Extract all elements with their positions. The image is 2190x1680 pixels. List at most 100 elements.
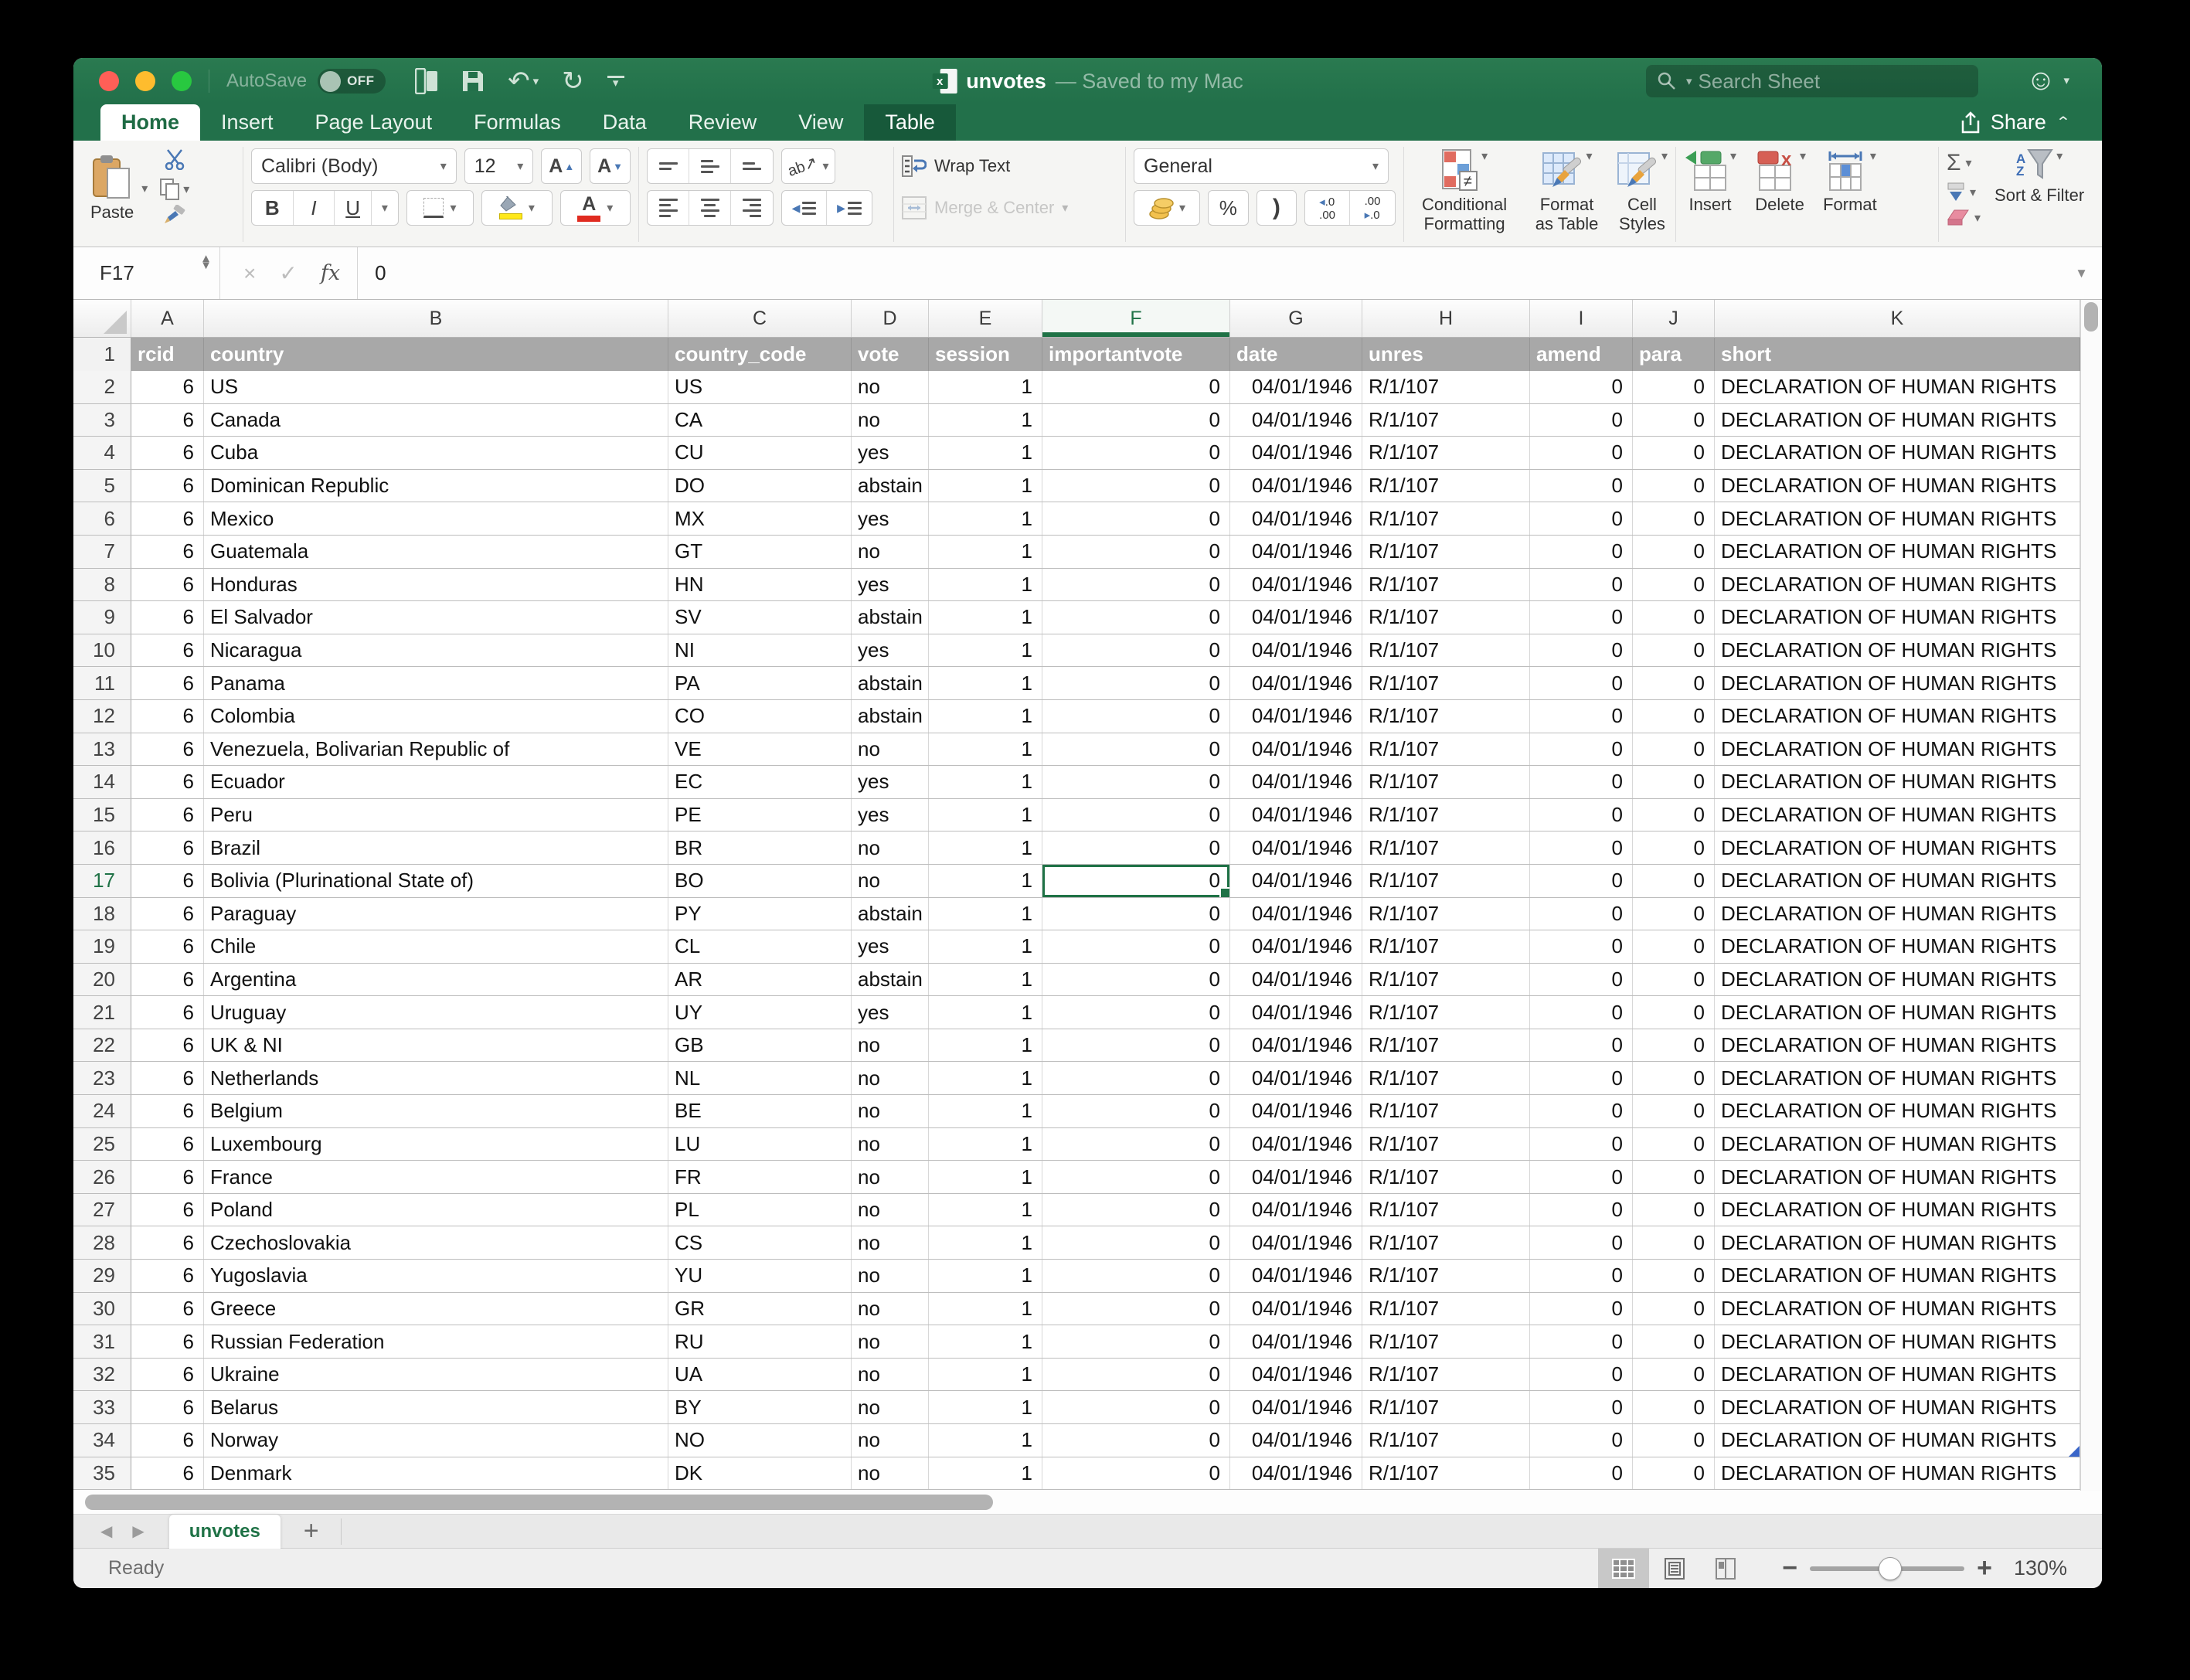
font-color-button[interactable]: A ▾	[560, 190, 631, 226]
cell-A2[interactable]: 6	[131, 371, 204, 403]
cell-B21[interactable]: Uruguay	[204, 996, 668, 1029]
sheet-tab-unvotes[interactable]: unvotes	[169, 1515, 281, 1549]
row-header-21[interactable]: 21	[73, 996, 131, 1029]
cell-B32[interactable]: Ukraine	[204, 1359, 668, 1391]
row-header-26[interactable]: 26	[73, 1161, 131, 1193]
cell-B29[interactable]: Yugoslavia	[204, 1260, 668, 1292]
expand-formula-bar-icon[interactable]: ▼	[2075, 266, 2088, 281]
cell-G7[interactable]: 04/01/1946	[1230, 536, 1362, 568]
normal-view-button[interactable]	[1598, 1549, 1649, 1588]
cell-K4[interactable]: DECLARATION OF HUMAN RIGHTS	[1715, 437, 2080, 469]
cell-I7[interactable]: 0	[1530, 536, 1633, 568]
cell-K35[interactable]: DECLARATION OF HUMAN RIGHTS	[1715, 1457, 2080, 1490]
cell-B5[interactable]: Dominican Republic	[204, 470, 668, 502]
autosave-toggle[interactable]: OFF	[318, 69, 386, 94]
cell-F9[interactable]: 0	[1042, 601, 1230, 634]
conditional-formatting-button[interactable]: ≠ ▾ Conditional Formatting	[1412, 148, 1517, 234]
cell-B25[interactable]: Luxembourg	[204, 1128, 668, 1161]
cell-B30[interactable]: Greece	[204, 1293, 668, 1325]
cell-G22[interactable]: 04/01/1946	[1230, 1029, 1362, 1062]
cell-K28[interactable]: DECLARATION OF HUMAN RIGHTS	[1715, 1226, 2080, 1259]
cell-K6[interactable]: DECLARATION OF HUMAN RIGHTS	[1715, 502, 2080, 535]
font-name-combo[interactable]: Calibri (Body) ▾	[251, 148, 457, 184]
cell-F13[interactable]: 0	[1042, 733, 1230, 766]
cell-I32[interactable]: 0	[1530, 1359, 1633, 1391]
header-cell-date[interactable]: date	[1230, 338, 1362, 371]
cell-J6[interactable]: 0	[1633, 502, 1715, 535]
cell-F19[interactable]: 0	[1042, 930, 1230, 963]
cell-E4[interactable]: 1	[929, 437, 1042, 469]
column-header-J[interactable]: J	[1633, 300, 1715, 337]
cell-H32[interactable]: R/1/107	[1362, 1359, 1530, 1391]
cell-D34[interactable]: no	[852, 1424, 929, 1457]
redo-button[interactable]: ↻	[562, 68, 584, 94]
cell-D4[interactable]: yes	[852, 437, 929, 469]
cell-J32[interactable]: 0	[1633, 1359, 1715, 1391]
cell-K3[interactable]: DECLARATION OF HUMAN RIGHTS	[1715, 404, 2080, 437]
header-cell-unres[interactable]: unres	[1362, 338, 1530, 371]
minimize-window-button[interactable]	[135, 71, 155, 91]
row-header-28[interactable]: 28	[73, 1226, 131, 1259]
cell-C18[interactable]: PY	[668, 898, 852, 930]
cell-G26[interactable]: 04/01/1946	[1230, 1161, 1362, 1193]
bold-button[interactable]: B	[252, 191, 294, 225]
undo-button[interactable]: ↶▾	[508, 68, 539, 94]
column-header-D[interactable]: D	[852, 300, 929, 337]
cell-E27[interactable]: 1	[929, 1194, 1042, 1226]
row-header-27[interactable]: 27	[73, 1194, 131, 1226]
cell-F17[interactable]: 0	[1042, 865, 1230, 897]
column-header-I[interactable]: I	[1530, 300, 1633, 337]
row-header-18[interactable]: 18	[73, 898, 131, 930]
cell-B27[interactable]: Poland	[204, 1194, 668, 1226]
cell-A22[interactable]: 6	[131, 1029, 204, 1062]
cell-F30[interactable]: 0	[1042, 1293, 1230, 1325]
cell-I30[interactable]: 0	[1530, 1293, 1633, 1325]
cell-H14[interactable]: R/1/107	[1362, 766, 1530, 798]
cell-A6[interactable]: 6	[131, 502, 204, 535]
cell-E18[interactable]: 1	[929, 898, 1042, 930]
cell-D13[interactable]: no	[852, 733, 929, 766]
cell-C22[interactable]: GB	[668, 1029, 852, 1062]
cancel-icon[interactable]: ×	[243, 261, 256, 286]
cell-H4[interactable]: R/1/107	[1362, 437, 1530, 469]
cell-G25[interactable]: 04/01/1946	[1230, 1128, 1362, 1161]
cell-G28[interactable]: 04/01/1946	[1230, 1226, 1362, 1259]
cell-E10[interactable]: 1	[929, 634, 1042, 667]
cell-B16[interactable]: Brazil	[204, 831, 668, 864]
delete-cells-button[interactable]: x ▾ Delete	[1753, 148, 1806, 214]
row-header-1[interactable]: 1	[73, 338, 131, 371]
cell-G9[interactable]: 04/01/1946	[1230, 601, 1362, 634]
borders-button[interactable]: ▾	[406, 190, 474, 226]
cell-H28[interactable]: R/1/107	[1362, 1226, 1530, 1259]
cell-H10[interactable]: R/1/107	[1362, 634, 1530, 667]
cell-A33[interactable]: 6	[131, 1391, 204, 1423]
cell-D29[interactable]: no	[852, 1260, 929, 1292]
cell-E25[interactable]: 1	[929, 1128, 1042, 1161]
cell-J25[interactable]: 0	[1633, 1128, 1715, 1161]
cell-C34[interactable]: NO	[668, 1424, 852, 1457]
cell-E3[interactable]: 1	[929, 404, 1042, 437]
cell-D23[interactable]: no	[852, 1062, 929, 1094]
cell-K13[interactable]: DECLARATION OF HUMAN RIGHTS	[1715, 733, 2080, 766]
cell-I10[interactable]: 0	[1530, 634, 1633, 667]
format-painter-button[interactable]	[163, 205, 186, 229]
cell-E13[interactable]: 1	[929, 733, 1042, 766]
cell-B22[interactable]: UK & NI	[204, 1029, 668, 1062]
cell-E33[interactable]: 1	[929, 1391, 1042, 1423]
row-header-25[interactable]: 25	[73, 1128, 131, 1161]
formula-input[interactable]: 0	[375, 261, 386, 285]
cell-I13[interactable]: 0	[1530, 733, 1633, 766]
cell-C32[interactable]: UA	[668, 1359, 852, 1391]
cell-J9[interactable]: 0	[1633, 601, 1715, 634]
cell-D2[interactable]: no	[852, 371, 929, 403]
row-header-8[interactable]: 8	[73, 569, 131, 601]
row-header-24[interactable]: 24	[73, 1095, 131, 1127]
cell-A14[interactable]: 6	[131, 766, 204, 798]
select-all-corner[interactable]	[73, 300, 131, 337]
cell-B13[interactable]: Venezuela, Bolivarian Republic of	[204, 733, 668, 766]
cell-A10[interactable]: 6	[131, 634, 204, 667]
cell-H30[interactable]: R/1/107	[1362, 1293, 1530, 1325]
page-break-view-button[interactable]	[1700, 1549, 1751, 1588]
cell-H24[interactable]: R/1/107	[1362, 1095, 1530, 1127]
cell-B33[interactable]: Belarus	[204, 1391, 668, 1423]
